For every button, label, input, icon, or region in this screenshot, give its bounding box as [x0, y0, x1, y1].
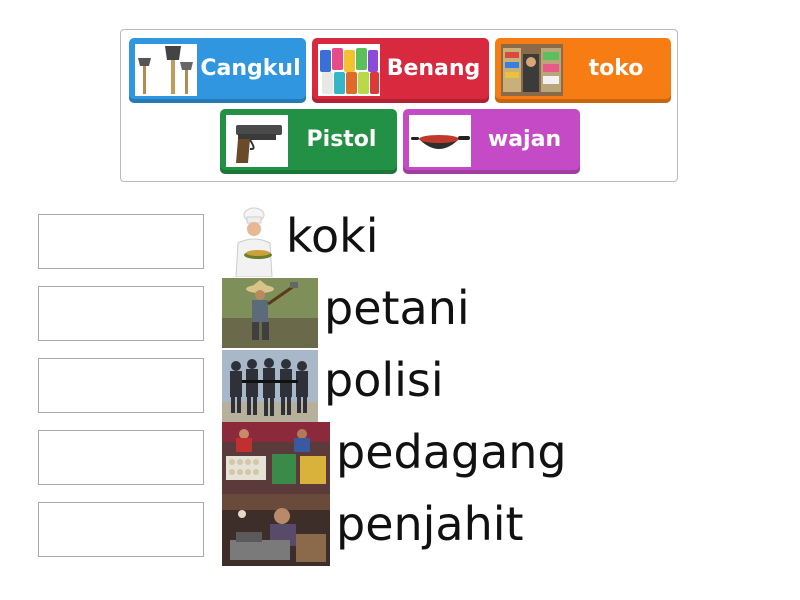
- drop-zone-pedagang[interactable]: [38, 430, 204, 485]
- answer-tile-tray: Cangkul Benang toko Pistol wajan: [120, 29, 678, 182]
- tile-label: Benang: [386, 56, 481, 81]
- tile-toko[interactable]: toko: [495, 38, 671, 103]
- tile-wajan[interactable]: wajan: [403, 109, 580, 174]
- tile-pistol[interactable]: Pistol: [220, 109, 397, 174]
- target-label-petani: petani: [324, 281, 470, 335]
- tile-cangkul[interactable]: Cangkul: [129, 38, 306, 103]
- police-photo: [222, 350, 318, 422]
- tile-label: toko: [588, 56, 644, 81]
- tile-label: Cangkul: [200, 56, 301, 81]
- trader-photo: [222, 422, 330, 494]
- hoe-icon: [135, 44, 197, 96]
- shop-icon: [501, 44, 563, 96]
- farmer-photo: [222, 278, 318, 348]
- match-up-activity: Cangkul Benang toko Pistol wajan koki pe…: [0, 0, 800, 600]
- tile-benang[interactable]: Benang: [312, 38, 489, 103]
- thread-spools-icon: [318, 44, 380, 96]
- target-label-polisi: polisi: [324, 353, 444, 407]
- tailor-photo: [222, 494, 330, 566]
- chef-photo: [222, 207, 278, 277]
- drop-zone-koki[interactable]: [38, 214, 204, 269]
- wok-icon: [409, 115, 471, 167]
- target-label-penjahit: penjahit: [336, 497, 524, 551]
- target-label-koki: koki: [286, 209, 379, 263]
- drop-zone-penjahit[interactable]: [38, 502, 204, 557]
- tile-label: Pistol: [306, 127, 377, 152]
- tile-label: wajan: [487, 127, 562, 152]
- drop-zone-petani[interactable]: [38, 286, 204, 341]
- target-label-pedagang: pedagang: [336, 425, 567, 479]
- pistol-icon: [226, 115, 288, 167]
- drop-zone-polisi[interactable]: [38, 358, 204, 413]
